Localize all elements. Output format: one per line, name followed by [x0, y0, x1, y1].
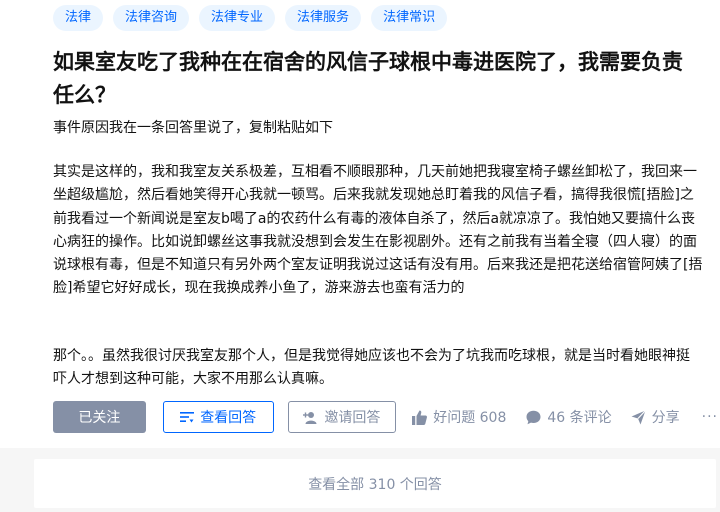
question-lead: 事件原因我在一条回答里说了，复制粘贴如下 [53, 120, 333, 136]
upvote-button[interactable]: 好问题 608 [412, 407, 506, 427]
upvote-label: 好问题 608 [433, 410, 507, 426]
thumbs-up-icon [412, 410, 428, 425]
topic-tag[interactable]: 法律专业 [199, 5, 276, 31]
share-button[interactable]: 分享 [631, 407, 680, 427]
more-options-button[interactable]: ··· [702, 409, 718, 425]
topic-tags: 法律 法律咨询 法律专业 法律服务 法律常识 [53, 5, 448, 31]
question-card: 法律 法律咨询 法律专业 法律服务 法律常识 如果室友吃了我种在在宿舍的风信子球… [0, 0, 720, 448]
follow-button[interactable]: 已关注 [53, 401, 146, 433]
invite-answer-button[interactable]: 邀请回答 [287, 401, 397, 433]
topic-tag[interactable]: 法律常识 [371, 5, 448, 31]
comments-label: 46 条评论 [547, 410, 612, 426]
question-paragraph: 其实是这样的，我和我室友关系极差，互相看不顺眼那种，几天前她把我寝室椅子螺丝卸松… [53, 164, 703, 297]
list-icon [180, 412, 195, 423]
comments-button[interactable]: 46 条评论 [526, 407, 612, 427]
question-paragraph: 那个。。虽然我很讨厌我室友那个人，但是我觉得她应该也不会为了坑我而吃球根，就是当… [53, 348, 690, 388]
question-title: 如果室友吃了我种在在宿舍的风信子球根中毒进医院了，我需要负责任么？ [53, 50, 683, 107]
view-all-answers-button[interactable]: 查看全部 310 个回答 [34, 459, 716, 508]
follow-label: 已关注 [78, 410, 121, 426]
share-label: 分享 [651, 410, 680, 426]
add-user-icon [303, 411, 317, 424]
view-answers-label: 查看回答 [200, 410, 257, 426]
comment-icon [526, 410, 541, 424]
question-actions: 已关注 查看回答 邀请回答 好问题 608 46 条评论 分享 ··· [53, 401, 718, 433]
view-all-answers-label: 查看全部 310 个回答 [308, 476, 442, 493]
topic-tag[interactable]: 法律咨询 [113, 5, 190, 31]
paper-plane-icon [631, 409, 646, 424]
topic-tag[interactable]: 法律服务 [285, 5, 362, 31]
more-icon: ··· [701, 409, 718, 425]
topic-tag[interactable]: 法律 [53, 5, 104, 31]
view-answers-button[interactable]: 查看回答 [162, 401, 274, 433]
invite-answer-label: 邀请回答 [324, 410, 381, 426]
